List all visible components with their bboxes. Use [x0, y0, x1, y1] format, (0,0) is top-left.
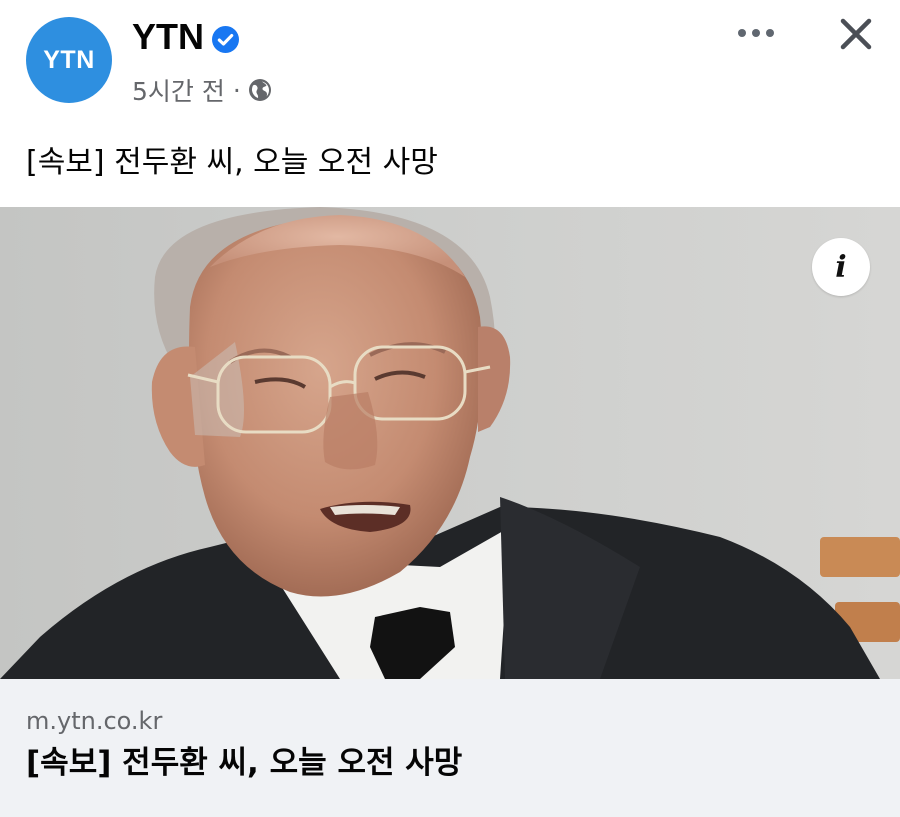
link-title[interactable]: [속보] 전두환 씨, 오늘 오전 사망: [26, 742, 462, 784]
article-photo: [0, 207, 900, 679]
post-header: YTN YTN 5시간 전 ·: [0, 0, 900, 125]
link-domain: m.ytn.co.kr: [26, 707, 163, 735]
meta-separator: ·: [232, 75, 241, 105]
link-preview-image[interactable]: [0, 207, 900, 679]
page-avatar-logo-text: YTN: [43, 45, 95, 74]
info-button[interactable]: i: [812, 238, 870, 296]
more-options-icon: [738, 29, 774, 37]
info-icon: i: [835, 249, 847, 285]
more-options-button[interactable]: [734, 18, 778, 48]
verified-badge-icon: [212, 26, 239, 53]
close-icon: [840, 18, 872, 50]
page-name-link[interactable]: YTN: [132, 15, 204, 59]
post-meta: 5시간 전 ·: [132, 74, 272, 106]
page-avatar[interactable]: YTN: [26, 17, 112, 103]
post-timestamp[interactable]: 5시간 전: [132, 72, 225, 108]
globe-icon: [248, 79, 271, 101]
post-text: [속보] 전두환 씨, 오늘 오전 사망: [26, 145, 438, 180]
close-button[interactable]: [834, 12, 878, 56]
